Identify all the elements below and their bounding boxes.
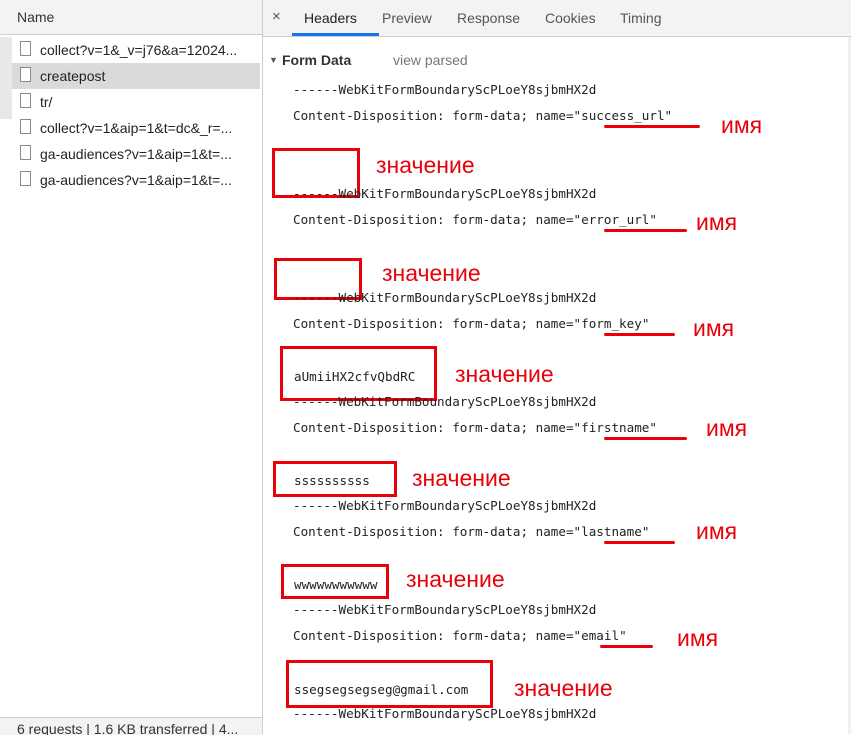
field-name: email [581,628,620,643]
boundary-line: ------WebKitFormBoundaryScPLoeY8sjbmHX2d [293,394,597,409]
field-name: firstname [581,420,650,435]
name-column-label: Name [17,9,55,25]
disposition-line: Content-Disposition: form-data; name="fo… [293,316,650,331]
request-name: ga-audiences?v=1&aip=1&t=... [40,172,232,188]
close-icon[interactable]: × [272,8,281,25]
name-annotation: имя [693,315,735,341]
active-tab-indicator [292,33,379,36]
name-underline [604,437,687,440]
disposition-line: Content-Disposition: form-data; name="fi… [293,420,657,435]
name-column-header[interactable]: Name [0,0,262,35]
value-annotation: значение [376,152,475,178]
request-name: collect?v=1&_v=j76&a=12024... [40,42,238,58]
tab-response[interactable]: Response [457,10,520,26]
disposition-prefix: Content-Disposition: form-data; name= [293,628,574,643]
field-value: wwwwwwwwwww [294,577,378,592]
name-annotation: имя [677,625,719,651]
detail-tab-bar: × Headers Preview Response Cookies Timin… [263,0,851,37]
field-value: aUmiiHX2cfvQbdRC [294,369,416,384]
request-name: createpost [40,68,106,84]
request-row[interactable]: tr/ [12,89,260,115]
boundary-line: ------WebKitFormBoundaryScPLoeY8sjbmHX2d [293,82,597,97]
view-parsed-link[interactable]: view parsed [393,52,468,68]
boundary-line: ------WebKitFormBoundaryScPLoeY8sjbmHX2d [293,186,597,201]
field-name: lastname [581,524,642,539]
request-row[interactable]: ga-audiences?v=1&aip=1&t=... [12,141,260,167]
value-highlight-box: wwwwwwwwwww [281,564,389,599]
value-annotation: значение [406,566,505,592]
disposition-prefix: Content-Disposition: form-data; name= [293,212,574,227]
value-annotation: значение [514,675,613,701]
field-value: ssssssssss [294,473,370,488]
field-name: error_url [581,212,650,227]
disposition-line: Content-Disposition: form-data; name="er… [293,212,657,227]
value-highlight-box: ssegsegsegseg@gmail.com [286,660,493,708]
value-highlight-box: aUmiiHX2cfvQbdRC [280,346,437,401]
tab-timing[interactable]: Timing [620,10,662,26]
boundary-line: ------WebKitFormBoundaryScPLoeY8sjbmHX2d [293,498,597,513]
request-row-selected[interactable]: createpost [12,63,260,89]
value-annotation: значение [455,361,554,387]
field-name: form_key [581,316,642,331]
disposition-line: Content-Disposition: form-data; name="em… [293,628,627,643]
name-underline [604,229,687,232]
disposition-line: Content-Disposition: form-data; name="la… [293,524,650,539]
name-annotation: имя [696,518,738,544]
tab-cookies[interactable]: Cookies [545,10,596,26]
tab-headers[interactable]: Headers [304,10,357,26]
disposition-prefix: Content-Disposition: form-data; name= [293,524,574,539]
disposition-prefix: Content-Disposition: form-data; name= [293,420,574,435]
name-underline [604,333,675,336]
name-underline [604,541,675,544]
name-annotation: имя [696,209,738,235]
list-gutter [0,37,12,119]
disposition-line: Content-Disposition: form-data; name="su… [293,108,673,123]
boundary-line: ------WebKitFormBoundaryScPLoeY8sjbmHX2d [293,602,597,617]
request-row[interactable]: collect?v=1&_v=j76&a=12024... [12,37,260,63]
field-name: success_url [581,108,665,123]
disposition-prefix: Content-Disposition: form-data; name= [293,316,574,331]
request-list: collect?v=1&_v=j76&a=12024... createpost… [12,37,260,193]
boundary-line: ------WebKitFormBoundaryScPLoeY8sjbmHX2d [293,706,597,721]
name-underline [604,125,700,128]
tab-preview[interactable]: Preview [382,10,432,26]
request-list-panel: Name collect?v=1&_v=j76&a=12024... creat… [0,0,262,735]
name-underline [600,645,653,648]
disposition-prefix: Content-Disposition: form-data; name= [293,108,574,123]
value-annotation: значение [412,465,511,491]
name-annotation: имя [721,112,763,138]
file-icon [20,171,31,186]
status-summary: 6 requests | 1.6 KB transferred | 4... [17,721,239,735]
name-annotation: имя [706,415,748,441]
status-bar: 6 requests | 1.6 KB transferred | 4... [0,717,262,735]
form-data-title[interactable]: Form Data [282,52,351,68]
collapse-caret-icon[interactable]: ▼ [269,55,278,65]
file-icon [20,41,31,56]
file-icon [20,67,31,82]
field-value: ssegsegsegseg@gmail.com [294,682,469,697]
request-name: collect?v=1&aip=1&t=dc&_r=... [40,120,233,136]
panel-divider[interactable] [262,0,263,734]
value-highlight-box: ssssssssss [273,461,397,497]
request-row[interactable]: collect?v=1&aip=1&t=dc&_r=... [12,115,260,141]
boundary-line: ------WebKitFormBoundaryScPLoeY8sjbmHX2d [293,290,597,305]
request-row[interactable]: ga-audiences?v=1&aip=1&t=... [12,167,260,193]
request-name: tr/ [40,94,53,110]
file-icon [20,119,31,134]
value-annotation: значение [382,260,481,286]
document-icon [20,93,31,108]
file-icon [20,145,31,160]
request-name: ga-audiences?v=1&aip=1&t=... [40,146,232,162]
